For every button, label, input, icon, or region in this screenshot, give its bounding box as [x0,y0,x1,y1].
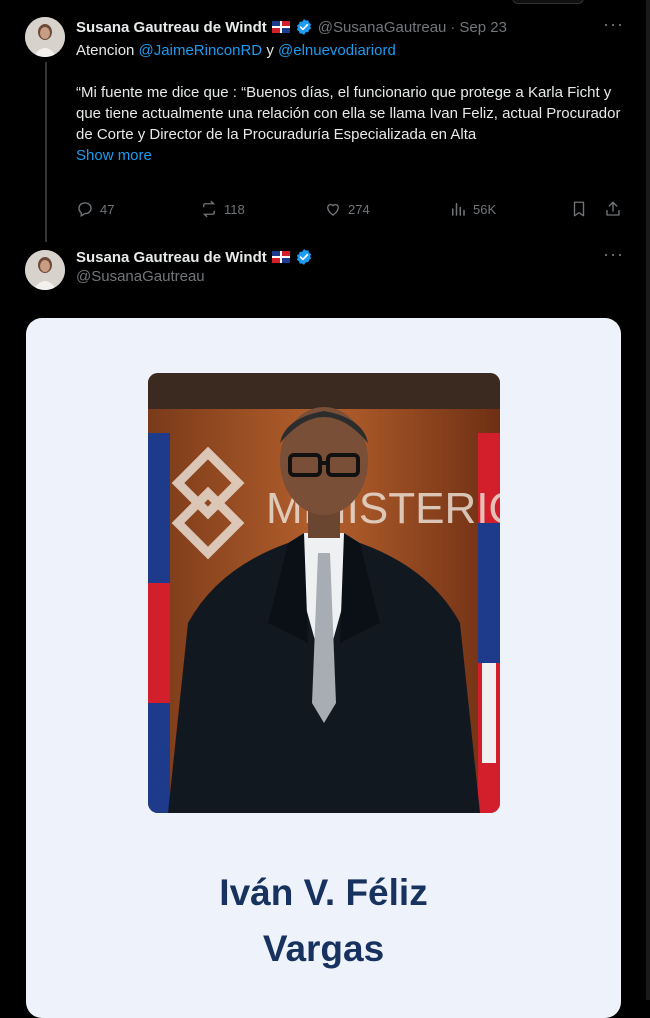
repost-icon [202,200,216,218]
repost-button[interactable]: 118 [200,200,245,218]
more-options-button[interactable]: ··· [603,244,624,265]
like-icon [327,203,339,216]
reply-button[interactable]: 47 [76,200,114,218]
text-prefix: Atencion [76,42,139,59]
more-options-button[interactable]: ··· [603,14,624,35]
avatar[interactable] [25,17,65,57]
views-icon [452,203,465,216]
like-count: 274 [348,201,370,217]
tweet-body: “Mi fuente me dice que : “Buenos días, e… [76,82,621,166]
views-count: 56K [473,201,497,217]
like-button[interactable]: 274 [324,200,370,218]
repost-count: 118 [224,201,245,217]
image-card[interactable]: MINISTERIO Iván V. Féliz Vargas [26,318,621,1018]
share-button[interactable] [604,200,628,218]
tweet-header: Susana Gautreau de Windt [76,246,313,268]
bookmark-button[interactable] [570,200,594,218]
share-icon [606,201,620,216]
avatar[interactable] [25,250,65,290]
author-name[interactable]: Susana Gautreau de Windt [76,249,267,266]
tweet-header: Susana Gautreau de Windt @SusanaGautreau… [76,16,507,38]
verified-badge-icon [296,249,311,265]
views-button[interactable]: 56K [449,200,496,218]
scrollbar-track[interactable] [646,0,650,1000]
text-conjunction: y [262,42,278,59]
author-handle[interactable]: @SusanaGautreau [76,268,205,285]
author-name[interactable]: Susana Gautreau de Windt [76,19,267,36]
dominican-republic-flag-icon [271,21,290,33]
tweet-actions-bar: 47 118 274 56K [76,200,624,222]
verified-badge-icon [296,19,311,35]
portrait-photo[interactable]: MINISTERIO [148,373,500,813]
thread-connector-line [45,62,47,242]
tweet-date[interactable]: Sep 23 [459,19,507,36]
top-button-edge [512,0,584,4]
mention-link[interactable]: @JaimeRinconRD [139,42,263,59]
card-name-line-2: Vargas [262,928,385,969]
show-more-link[interactable]: Show more [76,147,152,164]
bookmark-icon [573,201,585,217]
separator-dot: · [450,18,456,36]
reply-icon [78,202,92,217]
reply-count: 47 [100,201,115,217]
card-name-line-1: Iván V. Féliz [219,872,428,913]
mention-link[interactable]: @elnuevodiariord [278,42,396,59]
tweet-mentions-line: Atencion @JaimeRinconRD y @elnuevodiario… [76,40,621,61]
tweet-paragraph: “Mi fuente me dice que : “Buenos días, e… [76,84,621,143]
dominican-republic-flag-icon [271,251,290,263]
author-handle[interactable]: @SusanaGautreau [318,19,447,36]
